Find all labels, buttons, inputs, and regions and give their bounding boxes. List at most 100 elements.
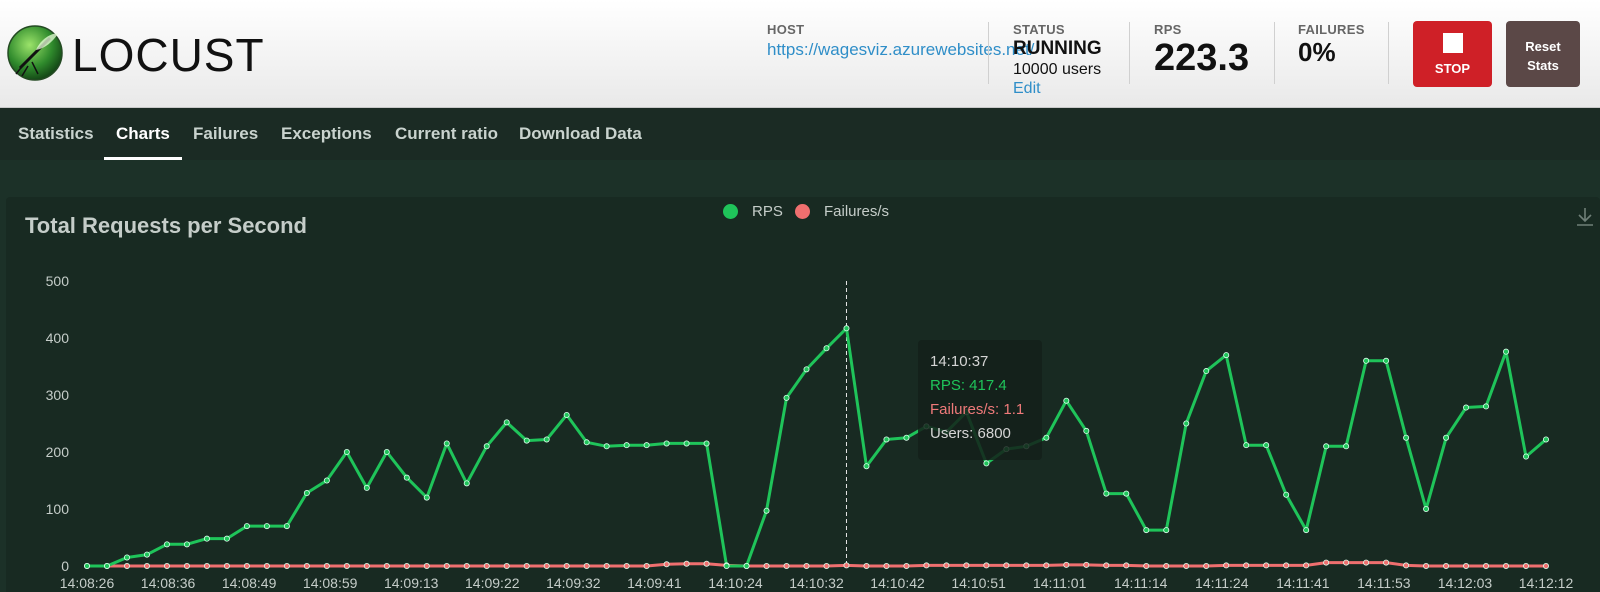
data-point-rps[interactable] bbox=[143, 551, 150, 558]
data-point-failures[interactable] bbox=[663, 561, 670, 568]
data-point-failures[interactable] bbox=[1323, 559, 1330, 566]
data-point-failures[interactable] bbox=[883, 563, 890, 570]
data-point-rps[interactable] bbox=[303, 490, 310, 497]
data-point-rps[interactable] bbox=[1543, 436, 1550, 443]
data-point-failures[interactable] bbox=[683, 560, 690, 567]
data-point-rps[interactable] bbox=[1043, 434, 1050, 441]
data-point-rps[interactable] bbox=[643, 442, 650, 449]
data-point-rps[interactable] bbox=[543, 436, 550, 443]
data-point-failures[interactable] bbox=[843, 562, 850, 569]
data-point-failures[interactable] bbox=[1443, 563, 1450, 570]
data-point-failures[interactable] bbox=[903, 563, 910, 570]
data-point-rps[interactable] bbox=[443, 440, 450, 447]
data-point-rps[interactable] bbox=[103, 563, 110, 570]
data-point-rps[interactable] bbox=[1223, 352, 1230, 359]
data-point-rps[interactable] bbox=[323, 477, 330, 484]
data-point-rps[interactable] bbox=[1203, 368, 1210, 375]
data-point-rps[interactable] bbox=[1523, 453, 1530, 460]
data-point-failures[interactable] bbox=[1223, 562, 1230, 569]
data-point-rps[interactable] bbox=[383, 448, 390, 455]
data-point-rps[interactable] bbox=[183, 541, 190, 548]
data-point-rps[interactable] bbox=[1403, 434, 1410, 441]
data-point-failures[interactable] bbox=[263, 563, 270, 570]
data-point-rps[interactable] bbox=[983, 460, 990, 467]
data-point-failures[interactable] bbox=[563, 563, 570, 570]
data-point-failures[interactable] bbox=[643, 563, 650, 570]
data-point-failures[interactable] bbox=[463, 563, 470, 570]
data-point-rps[interactable] bbox=[463, 480, 470, 487]
data-point-rps[interactable] bbox=[843, 325, 850, 332]
data-point-failures[interactable] bbox=[123, 563, 130, 570]
data-point-failures[interactable] bbox=[283, 563, 290, 570]
data-point-failures[interactable] bbox=[763, 563, 770, 570]
data-point-failures[interactable] bbox=[1283, 562, 1290, 569]
data-point-failures[interactable] bbox=[1383, 559, 1390, 566]
data-point-rps[interactable] bbox=[1343, 443, 1350, 450]
data-point-rps[interactable] bbox=[1423, 505, 1430, 512]
data-point-failures[interactable] bbox=[1303, 562, 1310, 569]
data-point-rps[interactable] bbox=[583, 439, 590, 446]
data-point-failures[interactable] bbox=[1243, 562, 1250, 569]
data-point-rps[interactable] bbox=[803, 366, 810, 373]
data-point-failures[interactable] bbox=[1103, 562, 1110, 569]
data-point-failures[interactable] bbox=[303, 563, 310, 570]
data-point-failures[interactable] bbox=[1063, 561, 1070, 568]
data-point-failures[interactable] bbox=[623, 563, 630, 570]
data-point-failures[interactable] bbox=[1423, 563, 1430, 570]
data-point-rps[interactable] bbox=[1263, 442, 1270, 449]
data-point-rps[interactable] bbox=[663, 440, 670, 447]
data-point-rps[interactable] bbox=[1383, 357, 1390, 364]
data-point-rps[interactable] bbox=[1243, 442, 1250, 449]
data-point-failures[interactable] bbox=[1203, 563, 1210, 570]
data-point-rps[interactable] bbox=[1323, 443, 1330, 450]
data-point-failures[interactable] bbox=[1183, 563, 1190, 570]
data-point-rps[interactable] bbox=[1083, 427, 1090, 434]
data-point-failures[interactable] bbox=[183, 563, 190, 570]
data-point-rps[interactable] bbox=[823, 345, 830, 352]
data-point-failures[interactable] bbox=[1523, 563, 1530, 570]
data-point-failures[interactable] bbox=[703, 560, 710, 567]
data-point-failures[interactable] bbox=[163, 563, 170, 570]
data-point-rps[interactable] bbox=[403, 474, 410, 481]
data-point-rps[interactable] bbox=[723, 563, 730, 570]
data-point-rps[interactable] bbox=[563, 411, 570, 418]
data-point-failures[interactable] bbox=[923, 562, 930, 569]
data-point-failures[interactable] bbox=[543, 563, 550, 570]
data-point-rps[interactable] bbox=[503, 419, 510, 426]
data-point-failures[interactable] bbox=[943, 562, 950, 569]
data-point-failures[interactable] bbox=[1463, 563, 1470, 570]
data-point-rps[interactable] bbox=[1363, 357, 1370, 364]
data-point-rps[interactable] bbox=[1163, 527, 1170, 534]
data-point-rps[interactable] bbox=[223, 535, 230, 542]
data-point-failures[interactable] bbox=[503, 563, 510, 570]
data-point-failures[interactable] bbox=[983, 562, 990, 569]
data-point-rps[interactable] bbox=[1183, 420, 1190, 427]
data-point-failures[interactable] bbox=[963, 562, 970, 569]
data-point-failures[interactable] bbox=[1503, 563, 1510, 570]
data-point-rps[interactable] bbox=[1143, 527, 1150, 534]
data-point-rps[interactable] bbox=[763, 507, 770, 514]
data-point-failures[interactable] bbox=[1543, 563, 1550, 570]
data-point-rps[interactable] bbox=[703, 440, 710, 447]
data-point-failures[interactable] bbox=[783, 563, 790, 570]
data-point-failures[interactable] bbox=[1263, 562, 1270, 569]
data-point-failures[interactable] bbox=[603, 563, 610, 570]
data-point-failures[interactable] bbox=[803, 563, 810, 570]
data-point-rps[interactable] bbox=[1123, 490, 1130, 497]
data-point-failures[interactable] bbox=[1343, 559, 1350, 566]
data-point-rps[interactable] bbox=[903, 434, 910, 441]
data-point-failures[interactable] bbox=[443, 563, 450, 570]
data-point-failures[interactable] bbox=[323, 563, 330, 570]
data-point-failures[interactable] bbox=[1483, 563, 1490, 570]
data-point-rps[interactable] bbox=[1063, 397, 1070, 404]
data-point-failures[interactable] bbox=[243, 563, 250, 570]
data-point-rps[interactable] bbox=[1443, 434, 1450, 441]
data-point-rps[interactable] bbox=[483, 443, 490, 450]
data-point-rps[interactable] bbox=[1303, 527, 1310, 534]
data-point-failures[interactable] bbox=[423, 563, 430, 570]
data-point-rps[interactable] bbox=[243, 523, 250, 530]
data-point-failures[interactable] bbox=[1163, 563, 1170, 570]
data-point-rps[interactable] bbox=[1503, 348, 1510, 355]
data-point-rps[interactable] bbox=[123, 554, 130, 561]
data-point-failures[interactable] bbox=[1123, 562, 1130, 569]
